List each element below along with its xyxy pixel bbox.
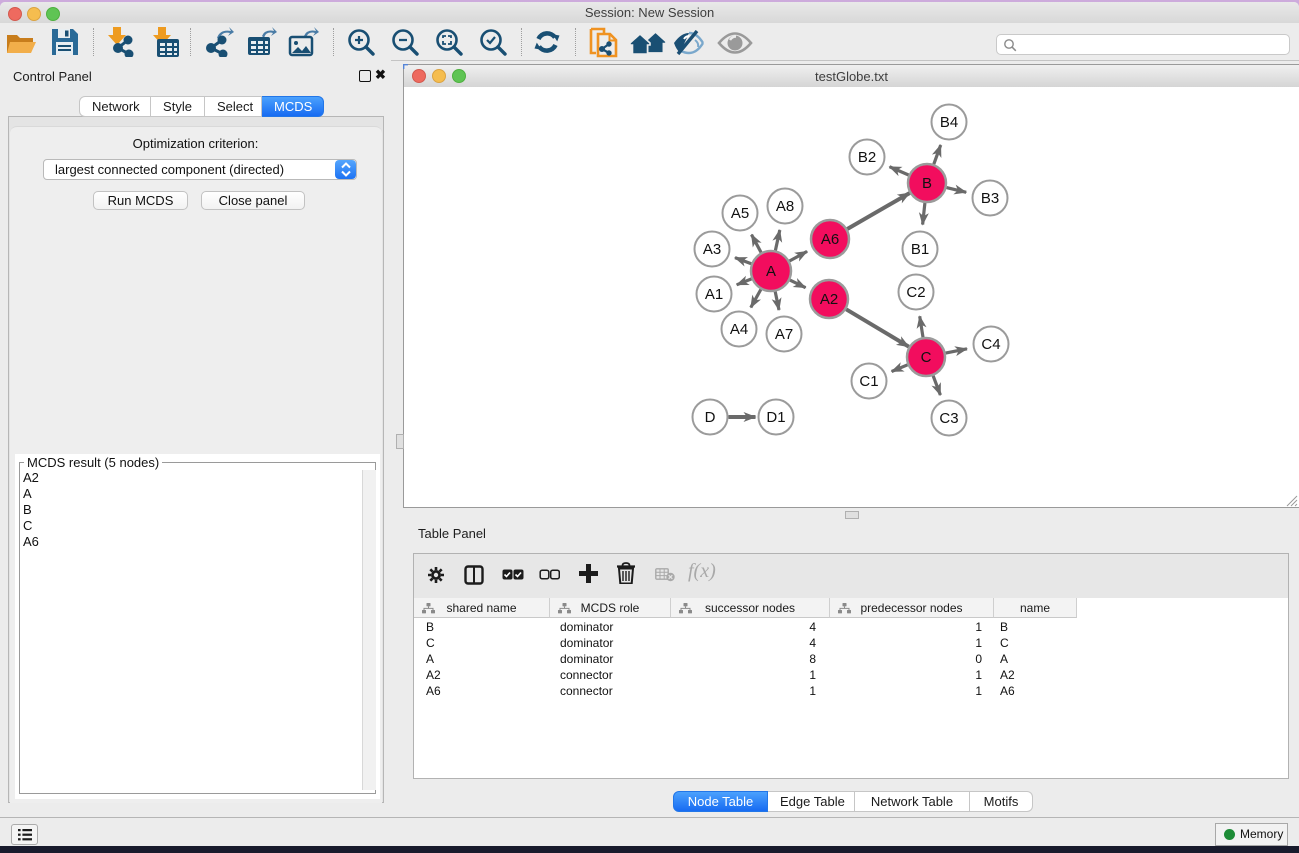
svg-text:C2: C2 <box>906 284 925 301</box>
svg-text:A4: A4 <box>730 321 748 338</box>
svg-text:B2: B2 <box>858 149 876 166</box>
svg-text:B4: B4 <box>940 114 958 131</box>
svg-text:C: C <box>921 349 932 366</box>
svg-text:B: B <box>922 175 932 192</box>
svg-text:C1: C1 <box>859 373 878 390</box>
svg-text:A1: A1 <box>705 286 723 303</box>
svg-text:B3: B3 <box>981 190 999 207</box>
svg-text:A5: A5 <box>731 205 749 222</box>
svg-text:A2: A2 <box>820 291 838 308</box>
svg-text:D: D <box>705 409 716 426</box>
svg-text:C4: C4 <box>981 336 1000 353</box>
svg-text:A6: A6 <box>821 231 839 248</box>
svg-text:A: A <box>766 263 776 280</box>
svg-text:A3: A3 <box>703 241 721 258</box>
svg-text:C3: C3 <box>939 410 958 427</box>
svg-text:B1: B1 <box>911 241 929 258</box>
svg-text:A8: A8 <box>776 198 794 215</box>
svg-text:A7: A7 <box>775 326 793 343</box>
svg-text:D1: D1 <box>766 409 785 426</box>
